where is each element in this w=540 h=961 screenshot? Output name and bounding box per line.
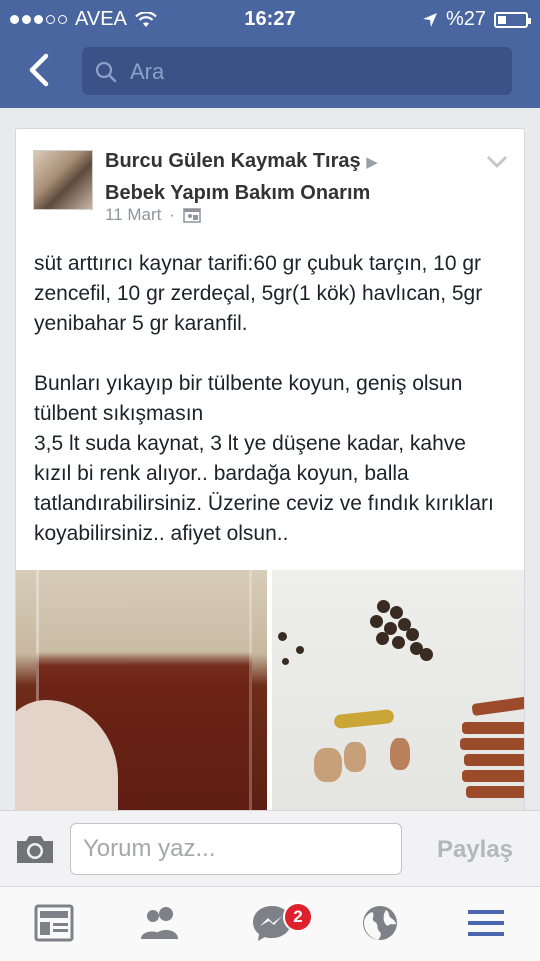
post-header: Burcu Gülen Kaymak Tıraş ▶ Bebek Yapım B… [105,146,485,208]
comment-composer: Paylaş [0,810,540,887]
location-arrow-icon [422,12,437,27]
search-icon [95,61,117,83]
photo-spices[interactable] [272,570,524,810]
bottom-tab-bar [0,886,540,961]
post-card: Burcu Gülen Kaymak Tıraş ▶ Bebek Yapım B… [15,128,525,870]
search-input[interactable] [128,47,502,97]
top-navigation-bar: AVEA 16:27 %27 [0,0,540,108]
back-button[interactable] [20,50,60,90]
battery-percent: %27 [445,8,486,30]
search-bar[interactable] [82,47,512,97]
shared-to-arrow-icon: ▶ [366,154,378,171]
camera-icon[interactable] [14,833,56,865]
photo-tea-glass[interactable] [16,570,267,810]
page-name[interactable]: Bebek Yapım Bakım Onarım [105,182,370,204]
author-name[interactable]: Burcu Gülen Kaymak Tıraş [105,150,361,172]
post-meta: 11 Mart · [105,205,201,225]
news-feed-icon[interactable] [32,903,76,943]
separator-dot: · [169,205,176,224]
more-menu-icon[interactable] [464,903,508,943]
status-right: %27 [422,8,531,31]
post-photos [16,570,524,810]
audience-icon [183,208,201,223]
comment-input[interactable] [70,823,402,875]
messages-badge: 2 [283,902,313,932]
author-avatar[interactable] [33,150,93,210]
notifications-globe-icon[interactable] [358,903,402,943]
status-bar: AVEA 16:27 %27 [0,0,540,38]
share-comment-button[interactable]: Paylaş [420,831,530,869]
post-date[interactable]: 11 Mart [105,205,161,225]
friend-requests-icon[interactable] [138,903,182,943]
battery-icon [494,11,531,28]
post-body-text: süt arttırıcı kaynar tarifi:60 gr çubuk … [34,252,494,545]
post-options-chevron-icon[interactable] [486,155,508,169]
